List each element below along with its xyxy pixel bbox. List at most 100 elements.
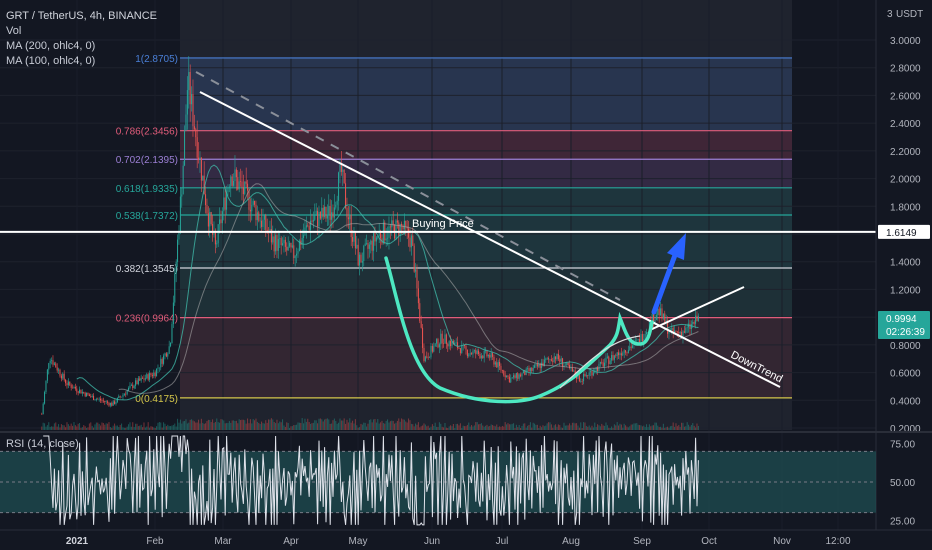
volume-bar — [227, 423, 229, 430]
volume-bar — [672, 422, 674, 430]
candle-body — [286, 246, 288, 251]
candle-body — [646, 332, 648, 335]
candle-body — [592, 372, 594, 376]
volume-bar — [620, 424, 622, 430]
rsi-tick-label: 50.00 — [890, 478, 915, 489]
candle-body — [265, 215, 267, 230]
candle-body — [284, 239, 286, 247]
volume-bar — [112, 425, 114, 430]
volume-bar — [177, 418, 179, 430]
volume-bar — [639, 425, 641, 430]
volume-bar — [111, 427, 113, 430]
volume-bar — [90, 422, 92, 430]
volume-bar — [76, 426, 78, 430]
candle-body — [79, 389, 81, 393]
candle-body — [520, 374, 522, 377]
volume-bar — [427, 425, 429, 430]
indicator-ma100[interactable]: MA (100, ohlc4, 0) — [6, 54, 157, 69]
candle-body — [360, 254, 362, 263]
volume-bar — [524, 423, 526, 430]
candle-body — [476, 350, 478, 354]
candle-body — [416, 269, 418, 289]
candle-body — [629, 346, 631, 350]
rsi-legend[interactable]: RSI (14, close) — [6, 438, 79, 450]
candle-body — [279, 238, 281, 239]
volume-bar — [377, 419, 379, 430]
volume-bar — [535, 424, 537, 430]
volume-bar — [157, 422, 159, 430]
candle-body — [527, 368, 529, 369]
candle-body — [444, 334, 446, 344]
symbol-title[interactable]: GRT / TetherUS, 4h, BINANCE — [6, 9, 157, 24]
time-axis[interactable] — [0, 530, 932, 550]
candle-body — [308, 226, 310, 230]
indicator-vol[interactable]: Vol — [6, 24, 157, 39]
volume-bar — [226, 423, 228, 430]
candle-body — [493, 356, 495, 365]
chart-canvas[interactable]: 1(2.8705)0.786(2.3456)0.702(2.1395)0.618… — [0, 0, 932, 550]
candle-body — [188, 71, 190, 91]
candle-body — [66, 383, 68, 386]
candle-body — [255, 204, 257, 221]
candle-body — [67, 381, 69, 386]
volume-bar — [679, 426, 681, 430]
volume-bar — [695, 427, 697, 430]
volume-bar — [237, 423, 239, 430]
candle-body — [637, 339, 639, 340]
volume-bar — [693, 425, 695, 430]
volume-bar — [170, 426, 172, 430]
candle-body — [212, 224, 214, 235]
volume-bar — [350, 422, 352, 430]
candle-body — [683, 331, 685, 333]
fib-level-label: 0.538(1.7372) — [116, 211, 178, 222]
candle-body — [567, 362, 569, 365]
volume-bar — [549, 422, 551, 430]
candle-body — [324, 206, 326, 217]
volume-bar — [209, 420, 211, 430]
volume-bar — [398, 418, 400, 430]
volume-bar — [289, 427, 291, 430]
candle-body — [489, 354, 491, 358]
candle-body — [668, 331, 670, 334]
volume-bar — [675, 423, 677, 430]
volume-bar — [188, 422, 190, 430]
indicator-ma200[interactable]: MA (200, ohlc4, 0) — [6, 39, 157, 54]
volume-bar — [119, 424, 121, 430]
volume-bar — [303, 423, 305, 430]
time-tick-label: May — [349, 536, 368, 547]
candle-body — [644, 334, 646, 339]
candle-body — [408, 228, 410, 238]
volume-bar — [601, 423, 603, 430]
volume-bar — [405, 421, 407, 430]
candle-body — [685, 327, 687, 333]
candle-body — [479, 354, 481, 359]
candle-body — [149, 373, 151, 380]
candle-body — [228, 186, 230, 188]
candle-body — [627, 349, 629, 354]
candle-body — [107, 401, 109, 403]
candle-body — [150, 373, 152, 376]
volume-bar — [74, 425, 76, 430]
candle-body — [227, 187, 229, 193]
volume-bar — [228, 421, 230, 430]
candle-body — [461, 345, 463, 354]
candle-body — [396, 220, 398, 223]
volume-bar — [171, 425, 173, 430]
volume-bar — [647, 427, 649, 430]
time-tick-label: 12:00 — [825, 536, 850, 547]
volume-bar — [609, 427, 611, 430]
candle-body — [312, 219, 314, 222]
volume-bar — [566, 425, 568, 430]
volume-bar — [580, 422, 582, 430]
candle-body — [632, 345, 634, 348]
fib-zone — [180, 268, 792, 318]
candle-body — [503, 370, 505, 376]
candle-body — [93, 395, 95, 400]
volume-bar — [492, 425, 494, 430]
volume-bar — [625, 425, 627, 430]
candle-body — [506, 375, 508, 378]
volume-bar — [360, 423, 362, 430]
candle-body — [410, 235, 412, 248]
volume-bar — [459, 423, 461, 430]
volume-bar — [244, 420, 246, 430]
